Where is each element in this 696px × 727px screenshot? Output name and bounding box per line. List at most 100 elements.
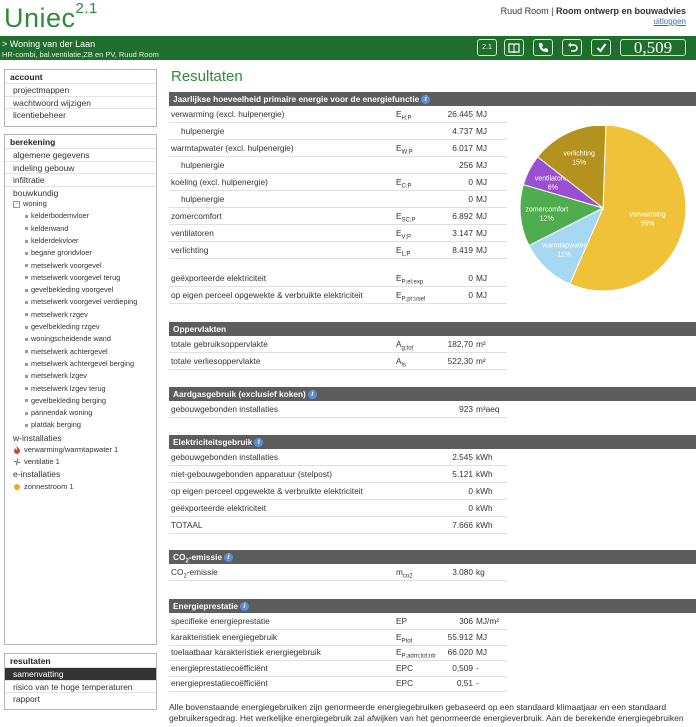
info-icon[interactable]: i [224,553,234,563]
bullet-icon [25,301,28,305]
row-label: hulpenergie [181,126,225,136]
menu-projectmappen[interactable]: projectmappen [5,83,156,96]
install-verwarming-warmtapwater[interactable]: verwarming/warmtapwater 1 [5,444,156,456]
menu-indeling-gebouw[interactable]: indeling gebouw [5,160,156,174]
company-name: Room ontwerp en bouwadvies [555,6,686,16]
tree-item[interactable]: metselwerk achtergevel [5,346,156,358]
checkmark-icon[interactable] [591,39,611,56]
tree-item[interactable]: kelderbodemvloer [5,210,156,222]
pie-label: warmtapwater [541,243,587,250]
tree-item[interactable]: kelderwand [5,223,156,235]
undo-icon[interactable] [562,39,582,56]
section-header-elektriciteit: Elektriciteitsgebruik i [169,435,696,449]
pie-label: 6% [548,185,558,192]
menu-licentiebeheer[interactable]: licentiebeheer [5,108,156,121]
info-icon[interactable]: i [307,390,317,400]
tree-item[interactable]: pannendak woning [5,407,156,419]
resultaten-heading: resultaten [10,656,51,666]
row-label: CO2-emissie [171,567,218,580]
table-row: hulpenergie 256 MJ [169,158,507,174]
table-row: totale verliesoppervlakte Als 522,30 m² [169,354,507,370]
account-panel: account projectmappen wachtwoord wijzige… [4,69,157,127]
tree-item[interactable]: woningscheidende wand [5,333,156,345]
row-value: 0 [468,177,473,187]
tree-item[interactable]: metselwerk achtergevel berging [5,358,156,370]
menu-algemene-gegevens[interactable]: algemene gegevens [5,148,156,161]
row-label: gebouwgebonden installaties [171,452,279,462]
table-row: niet-gebouwgebonden apparatuur (stelpost… [169,467,507,483]
menu-infiltratie[interactable]: infiltratie [5,173,156,186]
table-row: verwarming (excl. hulpenergie) EH;P 26.445… [169,107,507,123]
row-value: 0 [468,194,473,204]
row-label: toelaatbaar karakteristiek energiegebrui… [171,647,321,657]
table-row: op eigen perceel opgewekte & verbruikte … [169,288,507,304]
bullet-icon [25,313,28,317]
menu-risico-hoge-temperaturen[interactable]: risico van te hoge temperaturen [5,679,156,693]
info-icon[interactable]: i [421,95,431,105]
table-row: totale gebruiksoppervlakte Ag;tot 182,70 m² [169,337,507,353]
phone-icon[interactable] [533,39,553,56]
row-unit: MJ [476,290,488,300]
energy-pie-chart: verwarming 56% warmtapwater 11% zomercomfort… [519,126,687,292]
menu-wachtwoord-wijzigen[interactable]: wachtwoord wijzigen [5,95,156,109]
row-value: 26.445 [447,109,473,119]
tree-item[interactable]: kelderdekvloer [5,235,156,247]
tree-item[interactable]: gevelbekleding berging [5,395,156,407]
menu-bouwkundig[interactable]: bouwkundig [5,185,156,199]
bullet-icon [25,239,28,243]
tree-item[interactable]: begane grondvloer [5,247,156,259]
user-name: Ruud Room [500,6,549,16]
row-label: warmtapwater (excl. hulpenergie) [171,143,294,153]
info-icon[interactable]: i [240,602,250,612]
row-value: 55.912 [447,631,473,642]
row-unit: MJ [476,211,488,221]
section-header-co2: CO2-emissie i [169,550,696,564]
row-unit: m² [476,356,486,366]
pie-label: 56% [641,221,655,228]
expand-icon[interactable]: − [13,200,20,208]
bullet-icon [25,227,28,231]
row-unit: MJ [476,228,488,238]
row-label: totale verliesoppervlakte [171,356,261,366]
tree-item[interactable]: metselwerk lzgev terug [5,383,156,395]
tree-item[interactable]: metselwerk voorgevel terug [5,272,156,284]
install-zonnestroom[interactable]: zonnestroom 1 [5,481,156,493]
tree-item[interactable]: metselwerk voorgevel [5,260,156,272]
pie-label: verwarming [629,212,665,219]
version-2-1-icon[interactable]: 2.1 [477,39,497,56]
project-bar: > Woning van der Laan HR-combi, bal.vent… [0,36,696,60]
tree-item[interactable]: metselwerk lzgev [5,370,156,382]
row-unit: kg [476,567,485,577]
row-label: geëxporteerde elektriciteit [171,503,267,513]
table-row: gebouwgebonden installaties 923 m³aeq [169,402,507,418]
table-row: zomercomfort ESC;P 6.892 MJ [169,209,507,225]
logout-link[interactable]: uitloggen [654,17,686,26]
row-unit: - [476,662,479,673]
install-ventilatie[interactable]: ventilatie 1 [5,456,156,468]
menu-samenvatting[interactable]: samenvatting [5,667,156,680]
table-row: verlichting EL;P 8.419 MJ [169,243,507,259]
app-logo[interactable]: Uniec2.1 [4,0,98,34]
book-icon[interactable] [504,39,524,56]
table-row: CO2-emissie mco2 3.080 kg [169,565,507,581]
table-row: TOTAAL 7.666 kWh [169,518,507,534]
bullet-icon [25,411,28,415]
row-value: 306 [459,616,473,626]
section-header-aardgas: Aardgasgebruik (exclusief koken) i [169,387,696,401]
menu-w-installaties[interactable]: w-installaties [5,432,156,445]
tree-item[interactable]: gevelbekleding rzgev [5,321,156,333]
tree-woning[interactable]: − woning [5,198,156,210]
tree-item[interactable]: platdak berging [5,419,156,431]
menu-rapport[interactable]: rapport [5,692,156,705]
row-value: 66.020 [447,647,473,657]
project-title[interactable]: > Woning van der Laan [2,39,95,49]
tree-item[interactable]: gevelbekleding voorgevel [5,284,156,296]
row-label: gebouwgebonden installaties [171,404,279,414]
row-value: 0 [468,290,473,300]
row-unit: MJ [476,160,488,170]
tree-item[interactable]: metselwerk voorgevel verdieping [5,296,156,308]
tree-item[interactable]: metselwerk rzgev [5,309,156,321]
row-unit: - [476,678,479,688]
info-icon[interactable]: i [254,438,264,448]
menu-e-installaties[interactable]: e-installaties [5,468,156,481]
